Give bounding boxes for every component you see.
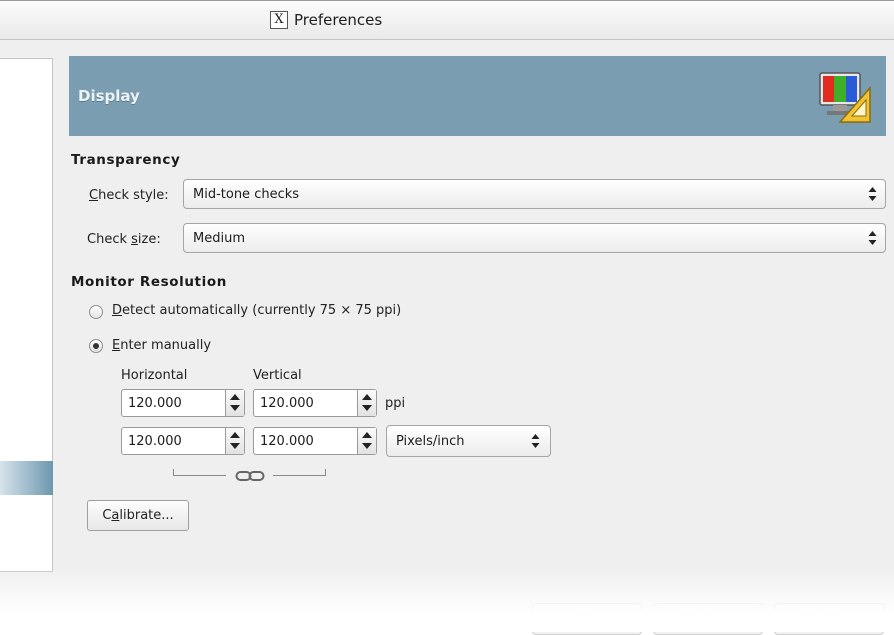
spin-up-icon[interactable]: [230, 394, 240, 400]
horizontal-resolution-spinner[interactable]: 120.000: [121, 389, 245, 417]
monitor-resolution-section-title: Monitor Resolution: [71, 274, 227, 290]
spin-down-icon[interactable]: [362, 443, 372, 449]
detect-mnemonic: D: [112, 303, 123, 318]
spin-buttons[interactable]: [225, 428, 244, 454]
window-titlebar[interactable]: X Preferences: [0, 0, 894, 40]
reset-icon: [561, 611, 575, 625]
check-size-label-mnemonic: s: [131, 232, 138, 247]
enter-manually-label[interactable]: Enter manually: [112, 338, 211, 353]
up-down-arrow-icon: [868, 231, 877, 245]
spin-up-icon[interactable]: [230, 432, 240, 438]
check-style-select[interactable]: Mid-tone checks: [183, 179, 886, 209]
vertical-resolution-spinner-2[interactable]: 120.000: [253, 427, 377, 455]
check-size-label: Check size:: [87, 232, 161, 247]
check-style-label-mnemonic: C: [89, 188, 99, 203]
calibrate-button[interactable]: Calibrate...: [87, 500, 189, 531]
detect-automatically-radio[interactable]: [89, 305, 103, 319]
spin-buttons[interactable]: [357, 390, 376, 416]
transparency-section-title: Transparency: [71, 152, 181, 168]
check-size-label-prefix: Check: [87, 232, 132, 247]
spin-buttons[interactable]: [225, 390, 244, 416]
detect-text: etect automatically (currently 75 × 75 p…: [122, 303, 402, 318]
check-style-label-text: heck style:: [98, 188, 169, 203]
vertical-label: Vertical: [253, 368, 302, 383]
resolution-unit-select[interactable]: Pixels/inch: [386, 425, 551, 457]
up-down-arrow-icon: [868, 187, 877, 201]
cancel-button[interactable]: Cancel: [653, 603, 763, 635]
horizontal-label: Horizontal: [121, 368, 188, 383]
horizontal-resolution-value: 120.000: [128, 396, 182, 411]
page-title: Display: [78, 87, 140, 105]
spin-down-icon[interactable]: [230, 405, 240, 411]
detect-automatically-label[interactable]: Detect automatically (currently 75 × 75 …: [112, 303, 401, 318]
resolution-unit-value: Pixels/inch: [396, 434, 465, 449]
cancel-icon: [682, 611, 696, 625]
spin-up-icon[interactable]: [362, 432, 372, 438]
x-app-icon: X: [270, 11, 288, 29]
category-list-selected-item[interactable]: [0, 461, 53, 495]
spin-buttons[interactable]: [357, 428, 376, 454]
vertical-resolution-spinner[interactable]: 120.000: [253, 389, 377, 417]
category-list[interactable]: [0, 58, 53, 572]
enter-manually-radio[interactable]: [89, 339, 103, 353]
chain-bracket-left: [173, 469, 226, 476]
radio-selected-dot: [93, 343, 99, 349]
spin-up-icon[interactable]: [362, 394, 372, 400]
title-group: X Preferences: [270, 11, 382, 29]
window-title: Preferences: [294, 11, 383, 29]
check-style-label: Check style:: [89, 188, 169, 203]
ok-button[interactable]: OK: [774, 603, 884, 635]
chain-bracket-right: [273, 469, 326, 476]
vertical-resolution-value: 120.000: [260, 396, 314, 411]
check-size-select[interactable]: Medium: [183, 223, 886, 253]
spin-down-icon[interactable]: [362, 405, 372, 411]
display-icon: [819, 72, 871, 123]
ppi-unit-label: ppi: [385, 396, 406, 411]
vertical-resolution-value-2: 120.000: [260, 434, 314, 449]
reset-button[interactable]: Reset: [532, 603, 642, 635]
horizontal-resolution-value-2: 120.000: [128, 434, 182, 449]
window-body: Display Transparency Check style: Mid-to…: [0, 40, 894, 635]
spin-down-icon[interactable]: [230, 443, 240, 449]
horizontal-resolution-spinner-2[interactable]: 120.000: [121, 427, 245, 455]
calibrate-text: librate...: [119, 508, 174, 523]
check-size-value: Medium: [193, 231, 245, 246]
up-down-arrow-icon: [531, 434, 540, 448]
page-header: Display: [69, 56, 886, 136]
enter-mnemonic: E: [112, 338, 121, 353]
check-size-label-text: ize:: [137, 232, 161, 247]
check-style-value: Mid-tone checks: [193, 187, 300, 202]
enter-text: nter manually: [120, 338, 212, 353]
ok-icon: [804, 613, 816, 624]
chain-link-icon[interactable]: [235, 470, 265, 482]
